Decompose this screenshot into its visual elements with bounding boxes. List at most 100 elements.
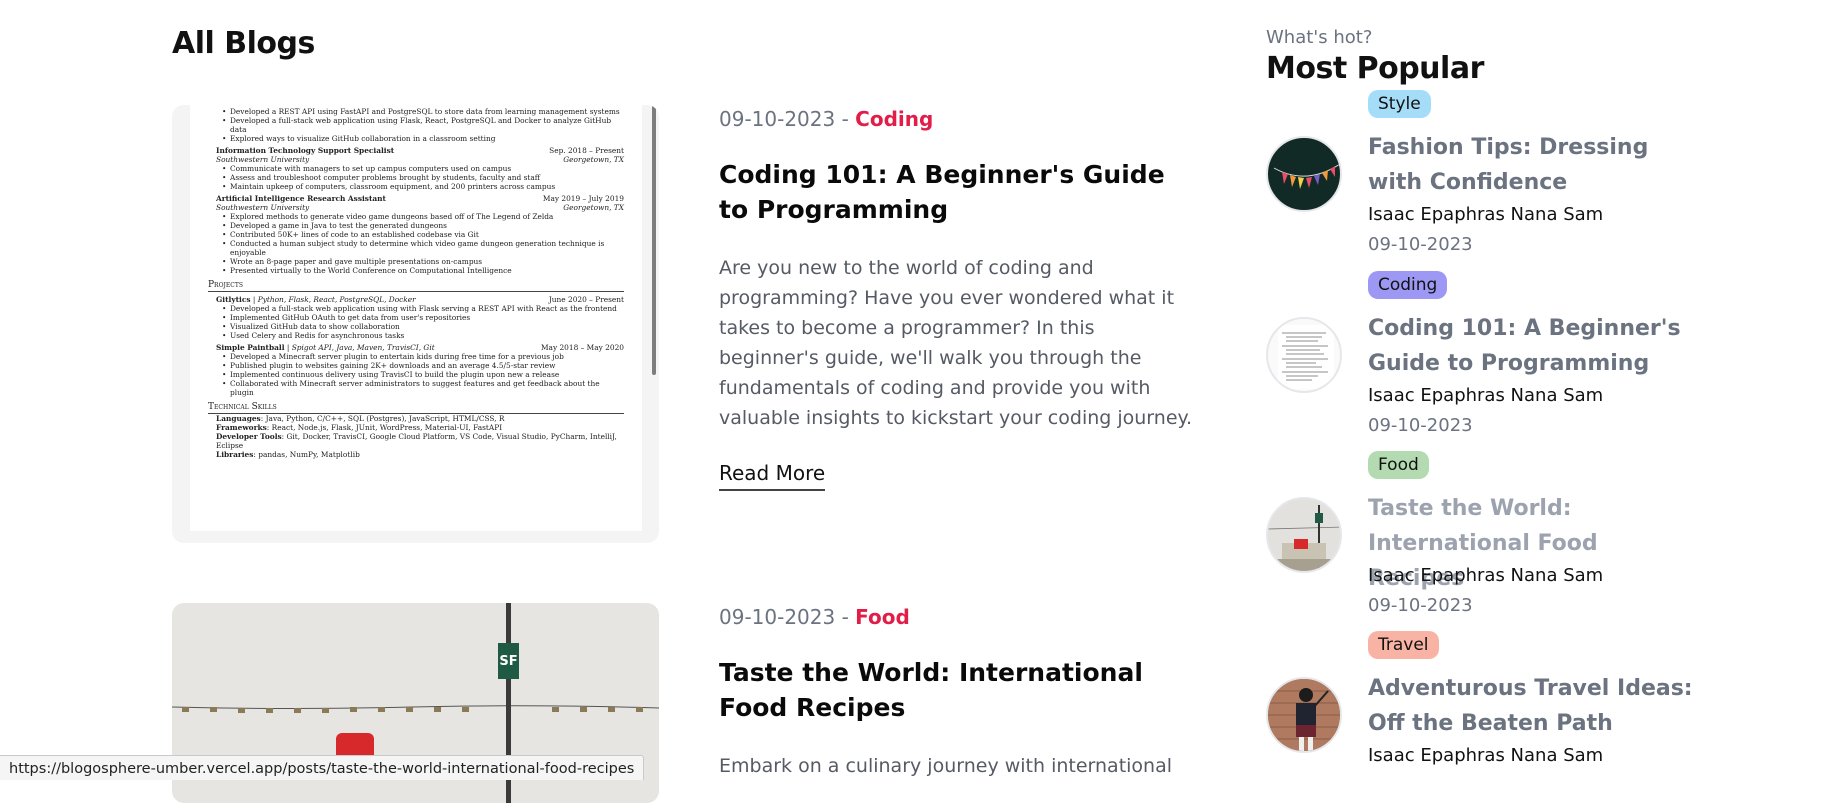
resume-bullet-list: Developed a full-stack web application u… xyxy=(208,304,624,340)
resume-bullet: Maintain upkeep of computers, classroom … xyxy=(222,182,624,191)
post-title[interactable]: Coding 101: A Beginner's Guide to Progra… xyxy=(719,157,1199,227)
resume-skill-value: : React, Node.js, Flask, JUnit, WordPres… xyxy=(266,423,503,432)
read-more-link[interactable]: Read More xyxy=(719,461,826,491)
post-avatar[interactable] xyxy=(1266,136,1342,212)
post-date: 09-10-2023 xyxy=(719,605,836,629)
category-tag[interactable]: Coding xyxy=(1368,271,1448,299)
resume-project-name: Simple Paintball xyxy=(216,343,285,352)
browser-status-url: https://blogosphere-umber.vercel.app/pos… xyxy=(0,755,645,780)
category-tag[interactable]: Travel xyxy=(1368,631,1439,659)
bunting-rope xyxy=(172,705,659,713)
resume-skill-label: Languages xyxy=(216,414,261,423)
resume-bullet: Implemented continuous delivery using Tr… xyxy=(222,370,624,379)
resume-bullet-list: Developed a REST API using FastAPI and P… xyxy=(208,107,624,143)
post-avatar[interactable] xyxy=(1266,677,1342,753)
resume-org-name: Southwestern University xyxy=(216,203,310,212)
resume-project-stack: Python, Flask, React, PostgreSQL, Docker xyxy=(257,295,416,304)
resume-section-heading: Technical Skills xyxy=(208,403,624,414)
popular-item[interactable]: Coding Coding 101: A Beginner's Guide to… xyxy=(1266,271,1686,449)
resume-bullet: Developed a full-stack web application u… xyxy=(222,304,624,313)
resume-skill-label: Libraries xyxy=(216,450,254,459)
popular-post-title[interactable]: Coding 101: A Beginner's Guide to Progra… xyxy=(1368,311,1698,381)
resume-bullet: Presented virtually to the World Confere… xyxy=(222,266,624,275)
resume-job-role: Information Technology Support Specialis… xyxy=(216,146,395,155)
resume-bullet: Communicate with managers to set up camp… xyxy=(222,164,624,173)
resume-org-place: Georgetown, TX xyxy=(563,203,624,212)
resume-job-dates: Sep. 2018 – Present xyxy=(549,146,624,155)
resume-skill-value: : pandas, NumPy, Matplotlib xyxy=(253,450,360,459)
resume-bullet: Contributed 50K+ lines of code to an est… xyxy=(222,230,624,239)
resume-skill-label: Frameworks xyxy=(216,423,267,432)
post-info: 09-10-2023 - Coding Coding 101: A Beginn… xyxy=(719,105,1199,491)
popular-post-author: Isaac Epaphras Nana Sam xyxy=(1368,385,1604,406)
street-sign: SF xyxy=(498,643,519,679)
resume-project-name: Gitlytics xyxy=(216,295,251,304)
post-excerpt: Are you new to the world of coding and p… xyxy=(719,257,1193,429)
street-scene-icon xyxy=(1268,505,1340,571)
resume-job-org: Southwestern University Georgetown, TX xyxy=(208,203,624,212)
resume-bullet: Developed a REST API using FastAPI and P… xyxy=(222,107,624,116)
resume-bullet: Developed a Minecraft server plugin to e… xyxy=(222,352,624,361)
resume-bullet: Published plugin to websites gaining 2K+… xyxy=(222,361,624,370)
post-avatar[interactable] xyxy=(1266,317,1342,393)
meta-separator: - xyxy=(841,605,849,629)
page-title: All Blogs xyxy=(172,26,315,61)
resume-document-image: Developed a REST API using FastAPI and P… xyxy=(190,105,642,531)
popular-post-author: Isaac Epaphras Nana Sam xyxy=(1368,204,1604,225)
popular-item[interactable]: Style Fashion Tips: Dressing with Confid… xyxy=(1266,90,1686,268)
resume-org-place: Georgetown, TX xyxy=(563,155,624,164)
popular-item[interactable]: Travel Adventurous Travel Ideas: Off the… xyxy=(1266,631,1693,809)
resume-job-dates: May 2019 – July 2019 xyxy=(542,194,624,203)
resume-bullet: Used Celery and Redis for asynchronous t… xyxy=(222,331,624,340)
popular-post-title[interactable]: Fashion Tips: Dressing with Confidence xyxy=(1368,130,1698,200)
post-thumbnail[interactable]: Developed a REST API using FastAPI and P… xyxy=(172,105,659,543)
resume-bullet: Collaborated with Minecraft server admin… xyxy=(222,379,624,397)
meta-separator: - xyxy=(841,107,849,131)
resume-bullet-list: Communicate with managers to set up camp… xyxy=(208,164,624,191)
popular-post-author: Isaac Epaphras Nana Sam xyxy=(1368,565,1604,586)
resume-project-divider: | xyxy=(250,295,258,304)
resume-project-dates: May 2018 – May 2020 xyxy=(540,343,624,352)
resume-job-org: Southwestern University Georgetown, TX xyxy=(208,155,624,164)
popular-post-title[interactable]: Adventurous Travel Ideas: Off the Beaten… xyxy=(1368,671,1698,741)
post-info: 09-10-2023 - Food Taste the World: Inter… xyxy=(719,603,1199,781)
post-meta: 09-10-2023 - Coding xyxy=(719,107,1199,131)
resume-bullet: Explored ways to visualize GitHub collab… xyxy=(222,134,624,143)
sidebar-kicker: What's hot? xyxy=(1266,27,1373,48)
resume-project-title: Gitlytics | Python, Flask, React, Postgr… xyxy=(216,295,416,304)
resume-skill-line: Frameworks: React, Node.js, Flask, JUnit… xyxy=(216,423,624,432)
bagpiper-icon xyxy=(1268,679,1340,751)
resume-project-title: Simple Paintball | Spigot API, Java, Mav… xyxy=(216,343,435,352)
resume-bullet: Assess and troubleshoot computer problem… xyxy=(222,173,624,182)
sidebar-heading: Most Popular xyxy=(1266,51,1484,86)
popular-post-date: 09-10-2023 xyxy=(1368,234,1473,255)
resume-bullet: Visualized GitHub data to show collabora… xyxy=(222,322,624,331)
resume-bullet-list: Explored methods to generate video game … xyxy=(208,212,624,275)
resume-project-header: Simple Paintball | Spigot API, Java, Mav… xyxy=(208,343,624,352)
resume-skill-value: : Java, Python, C/C++, SQL (Postgres), J… xyxy=(260,414,505,423)
popular-item[interactable]: Food Taste the World: International Food… xyxy=(1266,451,1686,629)
post-title[interactable]: Taste the World: International Food Reci… xyxy=(719,655,1199,725)
resume-job-header: Artificial Intelligence Research Assista… xyxy=(208,194,624,203)
resume-skills: Languages: Java, Python, C/C++, SQL (Pos… xyxy=(208,414,624,459)
post-category[interactable]: Food xyxy=(855,605,910,629)
resume-bullet: Conducted a human subject study to deter… xyxy=(222,239,624,257)
resume-skill-line: Developer Tools: Git, Docker, TravisCI, … xyxy=(216,432,624,450)
popular-post-date: 09-10-2023 xyxy=(1368,415,1473,436)
post-category[interactable]: Coding xyxy=(855,107,933,131)
post-excerpt: Embark on a culinary journey with intern… xyxy=(719,755,1173,777)
resume-project-header: Gitlytics | Python, Flask, React, Postgr… xyxy=(208,295,624,304)
resume-skill-line: Libraries: pandas, NumPy, Matplotlib xyxy=(216,450,624,459)
resume-job-header: Information Technology Support Specialis… xyxy=(208,146,624,155)
post-meta: 09-10-2023 - Food xyxy=(719,605,1199,629)
category-tag[interactable]: Food xyxy=(1368,451,1429,479)
resume-bullet: Developed a full-stack web application u… xyxy=(222,116,624,134)
resume-skill-line: Languages: Java, Python, C/C++, SQL (Pos… xyxy=(216,414,624,423)
post-avatar[interactable] xyxy=(1266,497,1342,573)
resume-project-stack: Spigot API, Java, Maven, TravisCI, Git xyxy=(291,343,435,352)
resume-bullet: Implemented GitHub OAuth to get data fro… xyxy=(222,313,624,322)
thumbnail-scrollbar[interactable] xyxy=(652,105,656,375)
category-tag[interactable]: Style xyxy=(1368,90,1431,118)
resume-bullet: Developed a game in Java to test the gen… xyxy=(222,221,624,230)
resume-skill-label: Developer Tools xyxy=(216,432,282,441)
